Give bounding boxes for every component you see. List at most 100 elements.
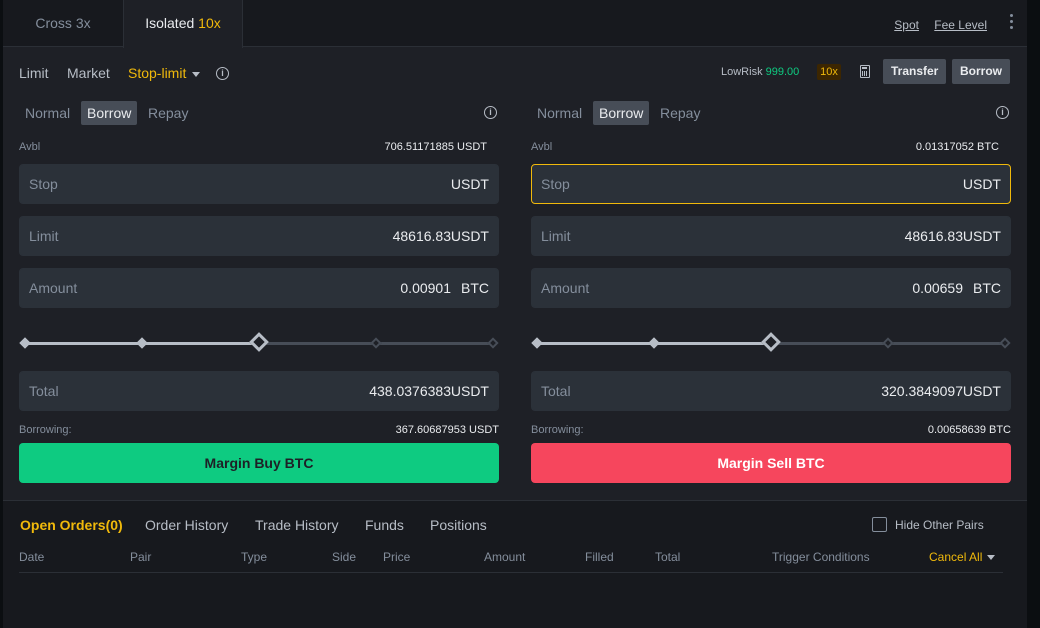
avbl-label: Avbl	[531, 141, 553, 153]
borrow-button[interactable]: Borrow	[952, 59, 1010, 84]
slider-tick-75[interactable]	[882, 337, 894, 349]
sell-total-input[interactable]: Total 320.3849097 USDT	[531, 371, 1011, 411]
slider-tick-0[interactable]	[19, 337, 31, 349]
buy-total-input[interactable]: Total 438.0376383 USDT	[19, 371, 499, 411]
order-type-stop-limit[interactable]: Stop-limit	[128, 65, 201, 81]
calculator-icon[interactable]	[860, 65, 870, 78]
borrowing-label: Borrowing:	[19, 424, 72, 436]
field-unit: USDT	[450, 383, 489, 399]
field-value: 48616.83	[904, 228, 963, 244]
column-amount: Amount	[484, 550, 526, 564]
slider-thumb[interactable]	[761, 332, 781, 352]
top-links: Spot Fee Level	[882, 18, 987, 32]
cancel-all-dropdown[interactable]: Cancel All	[929, 550, 996, 564]
sell-available: Avbl 0.01317052 BTC	[531, 141, 1011, 153]
tab-funds[interactable]: Funds	[365, 517, 404, 533]
field-label: Amount	[541, 280, 590, 296]
margin-mode-tabs: Cross 3x Isolated 10x Spot Fee Level	[3, 0, 1027, 48]
field-unit: USDT	[962, 383, 1001, 399]
column-price: Price	[383, 550, 411, 564]
borrowing-value: 367.60687953 USDT	[395, 424, 499, 436]
avbl-label: Avbl	[19, 141, 41, 153]
field-unit: USDT	[962, 176, 1001, 192]
field-label: Stop	[29, 176, 58, 192]
avbl-value: 706.51171885 USDT	[384, 141, 487, 153]
sell-percent-slider[interactable]	[531, 330, 1011, 356]
chevron-down-icon	[987, 555, 996, 561]
buy-amount-input[interactable]: Amount 0.00901 BTC	[19, 268, 499, 308]
tab-isolated-leverage: 10x	[198, 15, 221, 31]
field-value: 48616.83	[392, 228, 451, 244]
slider-tick-100[interactable]	[999, 337, 1011, 349]
tab-open-orders[interactable]: Open Orders(0)	[20, 517, 123, 533]
field-label: Amount	[29, 280, 78, 296]
column-type: Type	[241, 550, 268, 564]
info-icon[interactable]: i	[216, 67, 229, 80]
transfer-button[interactable]: Transfer	[883, 59, 947, 84]
sell-borrowing: Borrowing: 0.00658639 BTC	[531, 424, 1011, 436]
sell-subtab-repay[interactable]: Repay	[654, 101, 706, 125]
order-type-market[interactable]: Market	[67, 65, 110, 81]
risk-label: LowRisk	[721, 66, 763, 78]
margin-buy-button[interactable]: Margin Buy BTC	[19, 443, 499, 483]
buy-subtab-normal[interactable]: Normal	[19, 101, 76, 125]
column-filled: Filled	[585, 550, 614, 564]
field-unit: USDT	[450, 228, 489, 244]
leverage-badge: 10x	[817, 64, 841, 80]
field-unit: USDT	[450, 176, 489, 192]
borrowing-value: 0.00658639 BTC	[927, 424, 1011, 436]
column-date: Date	[19, 550, 45, 564]
field-unit: USDT	[962, 228, 1001, 244]
divider	[19, 572, 1003, 573]
slider-tick-25[interactable]	[648, 337, 660, 349]
buy-percent-slider[interactable]	[19, 330, 499, 356]
buy-subtab-repay[interactable]: Repay	[142, 101, 194, 125]
tab-order-history[interactable]: Order History	[145, 517, 228, 533]
column-pair: Pair	[130, 550, 152, 564]
sell-amount-input[interactable]: Amount 0.00659 BTC	[531, 268, 1011, 308]
tab-trade-history[interactable]: Trade History	[255, 517, 339, 533]
info-icon[interactable]: i	[484, 106, 497, 119]
tab-isolated-label: Isolated	[145, 15, 195, 31]
fee-level-link[interactable]: Fee Level	[934, 18, 987, 32]
slider-tick-100[interactable]	[487, 337, 499, 349]
slider-tick-75[interactable]	[370, 337, 382, 349]
avbl-value: 0.01317052 BTC	[915, 141, 999, 153]
more-menu-icon[interactable]	[1010, 14, 1014, 32]
field-value: 320.3849097	[881, 383, 963, 399]
buy-stop-input[interactable]: Stop USDT	[19, 164, 499, 204]
buy-limit-input[interactable]: Limit 48616.83 USDT	[19, 216, 499, 256]
field-unit: BTC	[973, 280, 1001, 296]
sell-limit-input[interactable]: Limit 48616.83 USDT	[531, 216, 1011, 256]
sell-stop-input[interactable]: Stop USDT	[531, 164, 1011, 204]
buy-borrowing: Borrowing: 367.60687953 USDT	[19, 424, 499, 436]
field-label: Stop	[541, 176, 570, 192]
tab-positions[interactable]: Positions	[430, 517, 487, 533]
tab-isolated[interactable]: Isolated 10x	[123, 0, 243, 48]
sell-subtab-normal[interactable]: Normal	[531, 101, 588, 125]
slider-tick-0[interactable]	[531, 337, 543, 349]
slider-tick-25[interactable]	[136, 337, 148, 349]
hide-other-pairs-checkbox[interactable]	[872, 517, 887, 532]
column-side: Side	[332, 550, 357, 564]
buy-subtab-borrow[interactable]: Borrow	[81, 101, 138, 125]
field-value: 0.00659	[912, 280, 963, 296]
order-type-limit[interactable]: Limit	[19, 65, 49, 81]
sell-subtab-borrow[interactable]: Borrow	[593, 101, 650, 125]
field-value: 438.0376383	[369, 383, 451, 399]
info-icon[interactable]: i	[996, 106, 1009, 119]
field-label: Limit	[29, 228, 59, 244]
hide-other-pairs-label[interactable]: Hide Other Pairs	[895, 518, 984, 532]
column-total: Total	[655, 550, 681, 564]
field-label: Total	[29, 383, 59, 399]
margin-sell-button[interactable]: Margin Sell BTC	[531, 443, 1011, 483]
trade-panel: Cross 3x Isolated 10x Spot Fee Level Lim…	[3, 0, 1027, 628]
orders-section: Open Orders(0) Order History Trade Histo…	[3, 500, 1027, 628]
field-label: Limit	[541, 228, 571, 244]
field-value: 0.00901	[400, 280, 451, 296]
column-trigger-conditions: Trigger Conditions	[772, 550, 870, 564]
slider-thumb[interactable]	[249, 332, 269, 352]
spot-link[interactable]: Spot	[894, 18, 919, 32]
tab-cross[interactable]: Cross 3x	[3, 0, 123, 47]
risk-value: 999.00	[765, 66, 800, 78]
